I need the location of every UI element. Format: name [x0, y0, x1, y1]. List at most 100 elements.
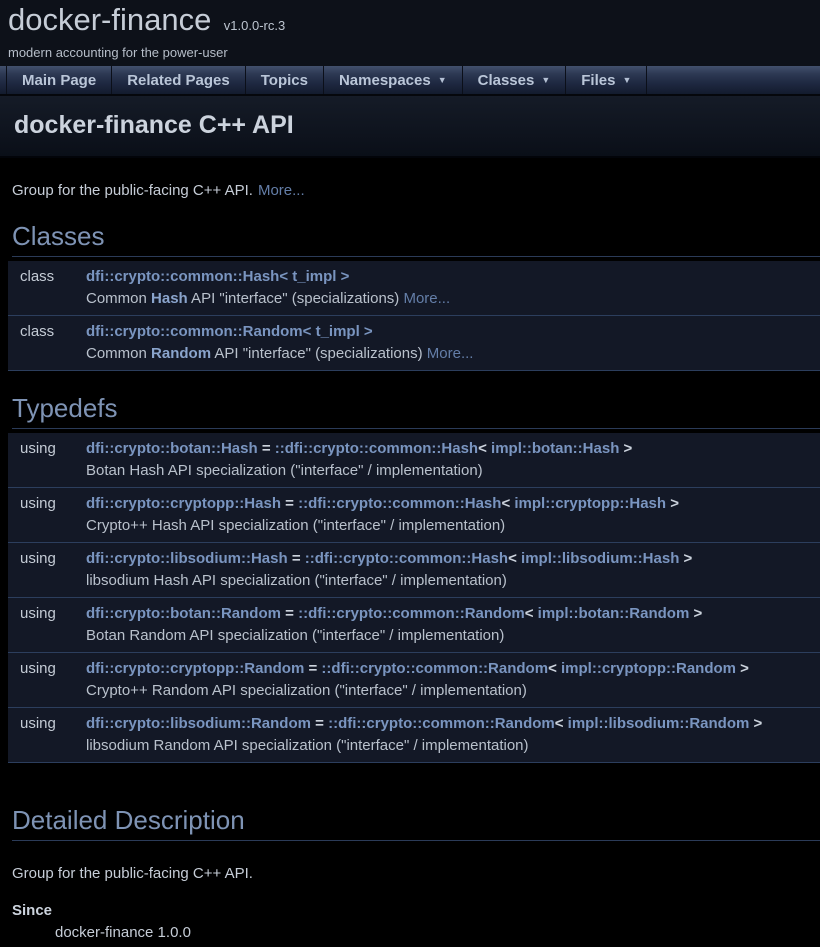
- typedef-definition: dfi::crypto::libsodium::Random = ::dfi::…: [86, 715, 820, 732]
- tab-label: Classes: [478, 72, 535, 89]
- typedef-description: Crypto++ Hash API specialization ("inter…: [86, 517, 820, 534]
- tab-namespaces[interactable]: Namespaces ▼: [324, 66, 463, 94]
- typedef-link[interactable]: dfi::crypto::cryptopp::Random: [86, 660, 304, 677]
- classes-table: class dfi::crypto::common::Hash< t_impl …: [8, 261, 820, 371]
- class-definition: dfi::crypto::common::Random< t_impl >: [86, 323, 820, 340]
- operator-text: >: [666, 495, 679, 512]
- table-row: class dfi::crypto::common::Hash< t_impl …: [8, 261, 820, 316]
- project-version: v1.0.0-rc.3: [224, 18, 285, 33]
- since-label: Since: [12, 902, 820, 919]
- tab-label: Files: [581, 72, 615, 89]
- detailed-description-text: Group for the public-facing C++ API.: [12, 865, 820, 882]
- chevron-down-icon: ▼: [622, 65, 631, 95]
- type-link[interactable]: ::dfi::crypto::common::Random: [321, 660, 548, 677]
- tab-label: Topics: [261, 72, 308, 89]
- table-row: using dfi::crypto::libsodium::Random = :…: [8, 708, 820, 763]
- masthead: docker-finance v1.0.0-rc.3 modern accoun…: [0, 0, 820, 66]
- class-link[interactable]: dfi::crypto::common::Random< t_impl >: [86, 323, 373, 340]
- typedef-link[interactable]: dfi::crypto::cryptopp::Hash: [86, 495, 281, 512]
- typedef-definition: dfi::crypto::botan::Hash = ::dfi::crypto…: [86, 440, 820, 457]
- table-row: class dfi::crypto::common::Random< t_imp…: [8, 316, 820, 371]
- chevron-down-icon: ▼: [438, 65, 447, 95]
- typedef-description: libsodium Hash API specialization ("inte…: [86, 572, 820, 589]
- typedef-link[interactable]: dfi::crypto::botan::Hash: [86, 440, 258, 457]
- contents: Group for the public-facing C++ API. More…: [0, 182, 820, 947]
- table-row: using dfi::crypto::libsodium::Hash = ::d…: [8, 543, 820, 598]
- member-kind: using: [8, 605, 86, 622]
- type-link[interactable]: ::dfi::crypto::common::Hash: [298, 495, 501, 512]
- operator-text: =: [288, 550, 305, 567]
- class-desc-link[interactable]: Random: [151, 345, 211, 362]
- typedef-link[interactable]: dfi::crypto::botan::Random: [86, 605, 281, 622]
- operator-text: <: [548, 660, 561, 677]
- type-link[interactable]: impl::botan::Hash: [491, 440, 619, 457]
- typedef-link[interactable]: dfi::crypto::libsodium::Hash: [86, 550, 288, 567]
- nav-left-spacer: [0, 66, 7, 94]
- typedef-link[interactable]: dfi::crypto::libsodium::Random: [86, 715, 311, 732]
- tab-main-page[interactable]: Main Page: [7, 66, 112, 94]
- desc-text: API "interface" (specializations): [188, 290, 404, 307]
- typedef-description: libsodium Random API specialization ("in…: [86, 737, 820, 754]
- operator-text: =: [304, 660, 321, 677]
- operator-text: >: [679, 550, 692, 567]
- operator-text: <: [555, 715, 568, 732]
- since-block: Since docker-finance 1.0.0: [12, 902, 820, 941]
- project-title-row: docker-finance v1.0.0-rc.3: [8, 2, 820, 44]
- typedefs-heading: Typedefs: [12, 393, 820, 429]
- more-link[interactable]: More...: [427, 345, 474, 362]
- typedef-definition: dfi::crypto::libsodium::Hash = ::dfi::cr…: [86, 550, 820, 567]
- operator-text: =: [281, 605, 298, 622]
- more-link[interactable]: More...: [258, 182, 305, 199]
- operator-text: >: [749, 715, 762, 732]
- class-definition: dfi::crypto::common::Hash< t_impl >: [86, 268, 820, 285]
- member-kind: class: [8, 268, 86, 285]
- page-title: docker-finance C++ API: [14, 111, 820, 140]
- tab-files[interactable]: Files ▼: [566, 66, 647, 94]
- member-kind: using: [8, 660, 86, 677]
- type-link[interactable]: impl::libsodium::Hash: [521, 550, 679, 567]
- member-kind: using: [8, 715, 86, 732]
- type-link[interactable]: ::dfi::crypto::common::Random: [328, 715, 555, 732]
- desc-text: API "interface" (specializations): [211, 345, 427, 362]
- project-name: docker-finance: [8, 2, 211, 37]
- type-link[interactable]: ::dfi::crypto::common::Random: [298, 605, 525, 622]
- type-link[interactable]: impl::cryptopp::Hash: [514, 495, 666, 512]
- member-kind: using: [8, 495, 86, 512]
- chevron-down-icon: ▼: [541, 65, 550, 95]
- table-row: using dfi::crypto::botan::Hash = ::dfi::…: [8, 433, 820, 488]
- class-desc-link[interactable]: Hash: [151, 290, 188, 307]
- tab-topics[interactable]: Topics: [246, 66, 324, 94]
- type-link[interactable]: ::dfi::crypto::common::Hash: [275, 440, 478, 457]
- detailed-description-heading: Detailed Description: [12, 805, 820, 841]
- class-description: Common Random API "interface" (specializ…: [86, 345, 820, 362]
- more-link[interactable]: More...: [403, 290, 450, 307]
- since-value: docker-finance 1.0.0: [55, 924, 820, 941]
- operator-text: <: [478, 440, 491, 457]
- tab-classes[interactable]: Classes ▼: [463, 66, 567, 94]
- table-row: using dfi::crypto::cryptopp::Hash = ::df…: [8, 488, 820, 543]
- desc-text: Common: [86, 290, 151, 307]
- type-link[interactable]: impl::cryptopp::Random: [561, 660, 736, 677]
- operator-text: >: [619, 440, 632, 457]
- operator-text: >: [736, 660, 749, 677]
- tab-label: Main Page: [22, 72, 96, 89]
- type-link[interactable]: impl::botan::Random: [538, 605, 690, 622]
- operator-text: =: [258, 440, 275, 457]
- type-link[interactable]: impl::libsodium::Random: [568, 715, 750, 732]
- table-row: using dfi::crypto::botan::Random = ::dfi…: [8, 598, 820, 653]
- typedefs-table: using dfi::crypto::botan::Hash = ::dfi::…: [8, 433, 820, 763]
- tab-label: Related Pages: [127, 72, 230, 89]
- tab-label: Namespaces: [339, 72, 431, 89]
- typedef-description: Botan Hash API specialization ("interfac…: [86, 462, 820, 479]
- type-link[interactable]: ::dfi::crypto::common::Hash: [305, 550, 508, 567]
- class-description: Common Hash API "interface" (specializat…: [86, 290, 820, 307]
- class-link[interactable]: dfi::crypto::common::Hash< t_impl >: [86, 268, 349, 285]
- operator-text: =: [311, 715, 328, 732]
- operator-text: =: [281, 495, 298, 512]
- operator-text: <: [501, 495, 514, 512]
- tab-related-pages[interactable]: Related Pages: [112, 66, 246, 94]
- table-row: using dfi::crypto::cryptopp::Random = ::…: [8, 653, 820, 708]
- desc-text: Common: [86, 345, 151, 362]
- project-brief: modern accounting for the power-user: [8, 45, 820, 60]
- operator-text: >: [689, 605, 702, 622]
